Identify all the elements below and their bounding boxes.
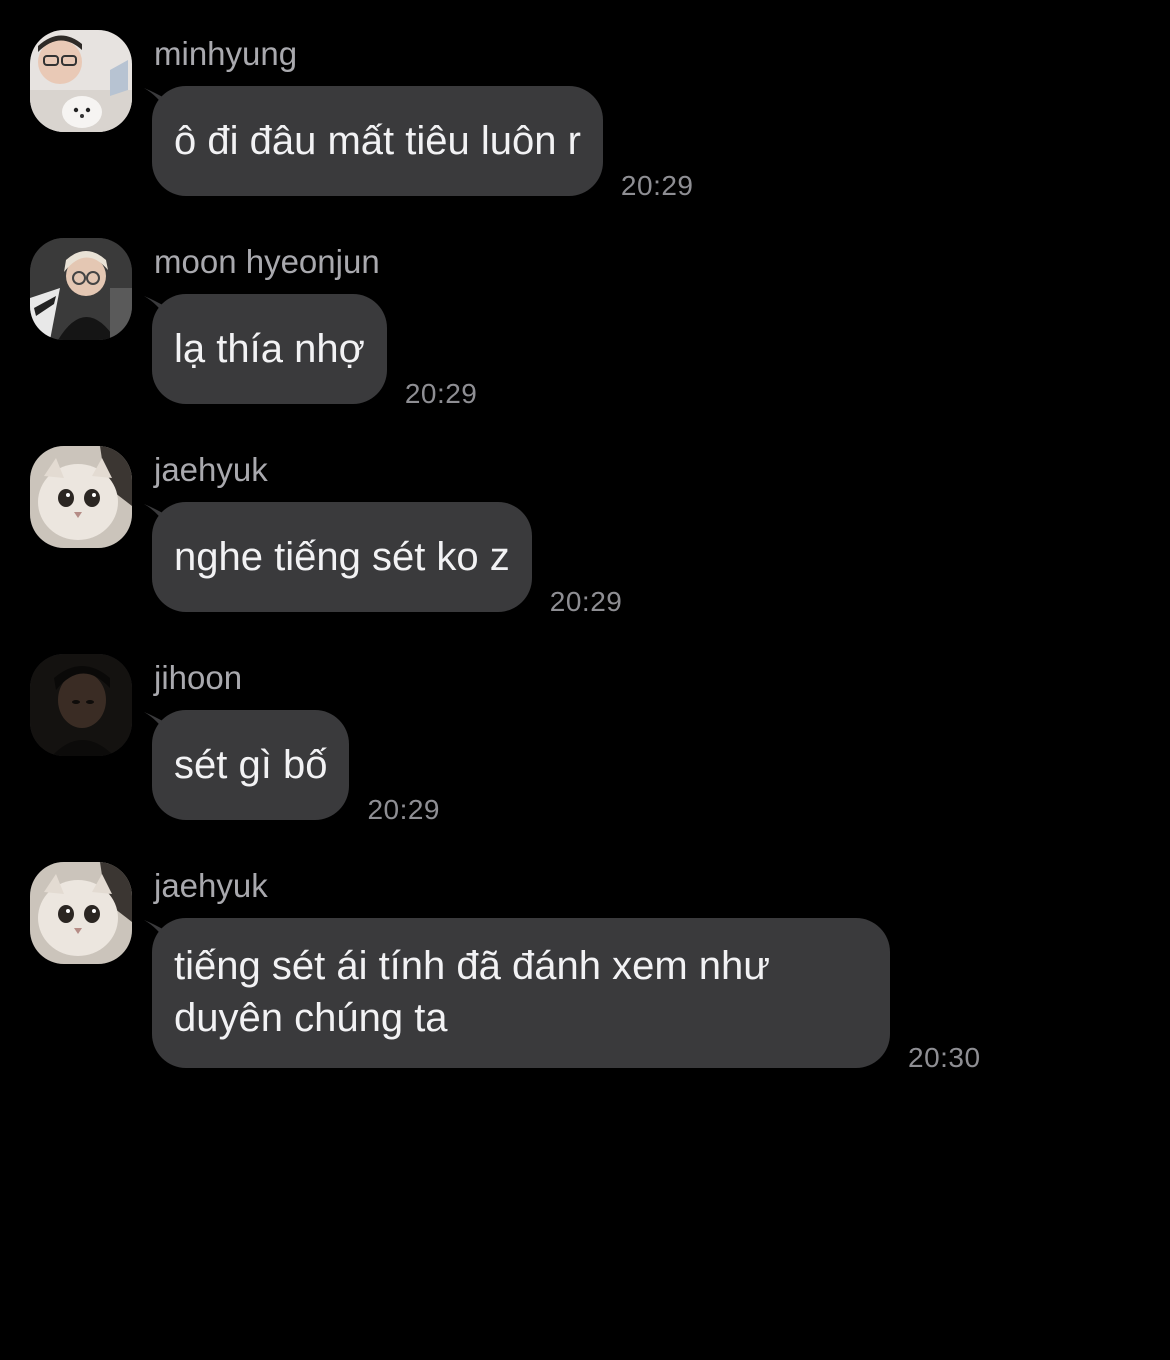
message-bubble-group: ô đi đâu mất tiêu luôn r 20:29 [144,86,694,201]
sender-name: jihoon [154,659,243,696]
message-timestamp: 20:29 [549,586,623,617]
message-bubble-group: sét gì bố 20:29 [144,710,440,825]
chat-message-list[interactable]: minhyung ô đi đâu mất tiêu luôn r 20:29 [0,0,1170,1360]
avatar[interactable] [30,238,132,340]
avatar-jaehyuk-image [30,446,132,548]
avatar[interactable] [30,30,132,132]
avatar-minhyung-image [30,30,132,132]
avatar-jaehyuk-image [30,862,132,964]
message-bubble[interactable]: nghe tiếng sét ko z [144,502,532,612]
message-bubble[interactable]: sét gì bố [144,710,350,820]
bubble-tail-icon [144,504,168,528]
message-text: tiếng sét ái tính đã đánh xem như duyên … [174,944,771,1040]
message-timestamp: 20:29 [404,378,478,409]
sender-name: minhyung [154,35,298,72]
sender-name: jaehyuk [154,867,268,904]
avatar[interactable] [30,654,132,756]
message-timestamp: 20:29 [620,170,694,201]
message-timestamp: 20:29 [367,794,441,825]
sender-name: moon hyeonjun [154,243,380,280]
message-bubble[interactable]: lạ thía nhợ [144,294,387,404]
message-bubble[interactable]: tiếng sét ái tính đã đánh xem như duyên … [144,918,890,1068]
message-bubble-group: tiếng sét ái tính đã đánh xem như duyên … [144,918,981,1073]
bubble-tail-icon [144,296,168,320]
message-bubble-group: nghe tiếng sét ko z 20:29 [144,502,622,617]
avatar-jihoon-image [30,654,132,756]
bubble-tail-icon [144,920,168,944]
bubble-tail-icon [144,88,168,112]
avatar[interactable] [30,446,132,548]
message-bubble-group: lạ thía nhợ 20:29 [144,294,477,409]
message-text: sét gì bố [174,743,328,787]
bubble-tail-icon [144,712,168,736]
message-text: lạ thía nhợ [174,327,365,371]
message-timestamp: 20:30 [908,1042,981,1073]
avatar-moon-hyeonjun-image [30,238,132,340]
sender-name: jaehyuk [154,451,268,488]
message-text: ô đi đâu mất tiêu luôn r [174,119,581,163]
message-text: nghe tiếng sét ko z [174,535,510,579]
message-bubble[interactable]: ô đi đâu mất tiêu luôn r [144,86,603,196]
avatar[interactable] [30,862,132,964]
